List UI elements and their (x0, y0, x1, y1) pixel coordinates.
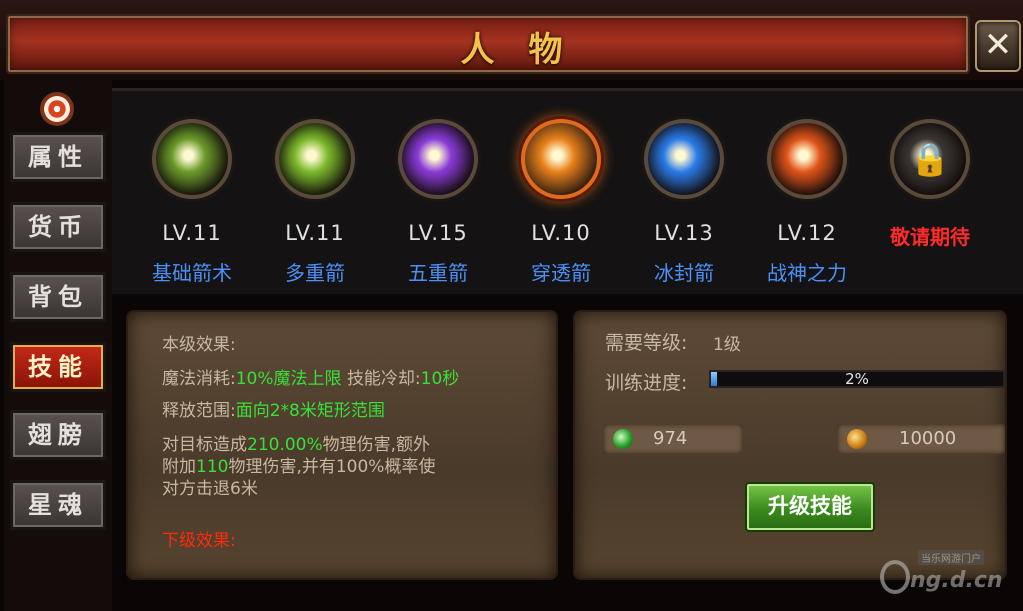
progress-text: 2% (845, 370, 869, 388)
five-arrow-skill-icon (398, 119, 478, 199)
next-effect-title: 下级效果: (162, 531, 236, 551)
war-god-skill-icon (767, 119, 847, 199)
effect-panel: 本级效果: 魔法消耗:10%魔法上限 技能冷却:10秒 释放范围:面向2*8米矩… (128, 312, 556, 578)
skill-name: 多重箭 (285, 261, 345, 285)
skill-item[interactable]: LV.11 基础箭术 (132, 119, 252, 286)
gold-cost: 10000 (837, 424, 1005, 454)
gem-cost: 974 (603, 424, 743, 454)
coming-soon-label: 敬请期待 (890, 225, 970, 249)
mana-value: 10%魔法上限 (235, 369, 342, 389)
skill-level: LV.11 (162, 221, 222, 245)
cooldown-value: 10秒 (420, 369, 460, 389)
watermark-text: ng.d.cn (910, 568, 1003, 593)
skill-level: LV.15 (408, 221, 468, 245)
training-progress-bar: 2% (709, 370, 1005, 388)
cooldown-label: 技能冷却: (346, 369, 421, 389)
close-button[interactable]: ✕ (975, 20, 1021, 72)
required-level-value: 1级 (713, 335, 741, 355)
tab-wings[interactable]: 翅膀 (10, 410, 106, 460)
mana-label: 魔法消耗: (162, 369, 236, 389)
damage-line-3: 对方击退6米 (162, 479, 258, 499)
skill-level: LV.11 (285, 221, 345, 245)
watermark-icon (880, 560, 910, 594)
range-label: 释放范围: (162, 401, 236, 421)
skill-item-selected[interactable]: LV.10 穿透箭 (501, 119, 621, 286)
training-progress-label: 训练进度: (605, 372, 688, 394)
basic-arrow-skill-icon (152, 119, 232, 199)
current-effect-title: 本级效果: (162, 335, 236, 355)
skill-name: 五重箭 (408, 261, 468, 285)
required-level-label: 需要等级: (605, 332, 688, 354)
tab-currency[interactable]: 货币 (10, 202, 106, 252)
tab-attributes[interactable]: 属性 (10, 132, 106, 182)
skill-level: LV.12 (777, 221, 837, 245)
skill-item[interactable]: LV.12 战神之力 (747, 119, 867, 286)
upgrade-panel: 需要等级: 1级 训练进度: 2% 974 10000 升级技能 (575, 312, 1005, 578)
skill-name: 穿透箭 (531, 261, 591, 285)
range-value: 面向2*8米矩形范围 (235, 401, 385, 421)
range-line: 释放范围:面向2*8米矩形范围 (162, 396, 385, 421)
frost-arrow-skill-icon (644, 119, 724, 199)
skill-item-locked: 🔒 敬请期待 (870, 119, 990, 250)
tab-star-soul[interactable]: 星魂 (10, 480, 106, 530)
skill-item[interactable]: LV.11 多重箭 (255, 119, 375, 286)
page-title: 人物 (460, 30, 597, 70)
mana-cost-line: 魔法消耗:10%魔法上限 技能冷却:10秒 (162, 364, 459, 389)
tab-backpack[interactable]: 背包 (10, 272, 106, 322)
skill-name: 基础箭术 (152, 261, 232, 285)
damage-text: 物理伤害,并有100%概率使 (228, 457, 436, 477)
skill-name: 战神之力 (767, 261, 847, 285)
lock-icon: 🔒 (890, 119, 970, 199)
pierce-arrow-skill-icon (521, 119, 601, 199)
gem-icon (613, 429, 633, 449)
skill-name: 冰封箭 (654, 261, 714, 285)
upgrade-skill-button[interactable]: 升级技能 (745, 482, 875, 532)
skill-level: LV.13 (654, 221, 714, 245)
skill-level: LV.10 (531, 221, 591, 245)
tab-skills[interactable]: 技能 (10, 342, 106, 392)
skill-list: LV.11 基础箭术 LV.11 多重箭 LV.15 五重箭 LV.10 穿透箭… (112, 88, 1023, 294)
watermark-logo: 当乐网游门户 ng.d.cn (880, 546, 1020, 606)
skill-item[interactable]: LV.13 冰封箭 (624, 119, 744, 286)
watermark-small-text: 当乐网游门户 (918, 550, 984, 565)
gem-cost-value: 974 (653, 428, 688, 449)
gold-cost-value: 10000 (899, 428, 957, 449)
gold-coin-icon (847, 429, 867, 449)
skill-item[interactable]: LV.15 五重箭 (378, 119, 498, 286)
emblem-icon (40, 92, 74, 126)
multi-arrow-skill-icon (275, 119, 355, 199)
